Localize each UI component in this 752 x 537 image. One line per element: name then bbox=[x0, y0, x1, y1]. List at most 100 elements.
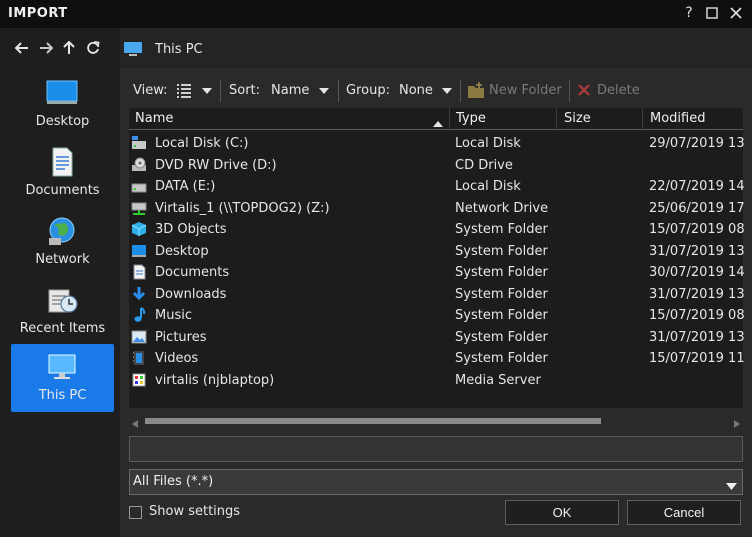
file-modified: 15/07/2019 08 bbox=[649, 222, 745, 237]
table-row[interactable]: Desktop System Folder 31/07/2019 13 bbox=[129, 241, 745, 262]
this-pc-icon bbox=[48, 354, 76, 379]
toolbar: View: Sort: Name Group: None New Folder … bbox=[129, 78, 743, 104]
window-title: IMPORT bbox=[8, 6, 68, 21]
monitor-icon bbox=[124, 42, 142, 56]
file-name: Virtalis_1 (\\TOPDOG2) (Z:) bbox=[155, 200, 330, 216]
dvd-drive-icon bbox=[132, 157, 146, 171]
column-header-type[interactable]: Type bbox=[456, 111, 486, 126]
file-name: Documents bbox=[155, 265, 230, 280]
table-row[interactable]: Documents System Folder 30/07/2019 14 bbox=[129, 262, 745, 283]
videos-icon bbox=[133, 351, 144, 365]
file-modified: 31/07/2019 13 bbox=[649, 243, 745, 259]
table-row[interactable]: 3D Objects System Folder 15/07/2019 08 bbox=[129, 219, 745, 240]
table-row[interactable]: Music System Folder 15/07/2019 08 bbox=[129, 305, 745, 326]
sidebar-item-label: Recent Items bbox=[19, 321, 106, 336]
arrow-right-icon[interactable] bbox=[36, 38, 56, 58]
sidebar-item-label: This PC bbox=[38, 388, 87, 403]
file-type: System Folder bbox=[455, 329, 548, 345]
scroll-right-icon[interactable] bbox=[734, 417, 740, 432]
network-globe-icon bbox=[49, 217, 75, 245]
sidebar-item-desktop[interactable]: Desktop bbox=[11, 70, 114, 138]
file-type: System Folder bbox=[455, 243, 548, 259]
sidebar-item-this-pc[interactable]: This PC bbox=[11, 344, 114, 412]
show-settings-label: Show settings bbox=[149, 504, 241, 519]
filename-input[interactable] bbox=[129, 436, 743, 462]
title-bar: IMPORT ? bbox=[0, 0, 752, 28]
maximize-icon[interactable] bbox=[703, 4, 721, 22]
view-label: View: bbox=[133, 83, 168, 98]
file-type: CD Drive bbox=[455, 157, 513, 173]
table-row[interactable]: virtalis (njblaptop) Media Server bbox=[129, 370, 743, 391]
file-modified: 30/07/2019 14 bbox=[649, 265, 745, 280]
documents-folder-icon bbox=[133, 264, 146, 280]
sidebar-item-label: Documents bbox=[25, 183, 100, 198]
delete-x-icon bbox=[577, 83, 591, 101]
group-dropdown-chevron-icon[interactable] bbox=[442, 88, 452, 94]
scroll-left-icon[interactable] bbox=[132, 417, 138, 432]
file-name: Downloads bbox=[155, 286, 227, 302]
arrow-left-icon[interactable] bbox=[12, 38, 32, 58]
file-type-filter-select[interactable]: All Files (*.*) bbox=[129, 469, 743, 495]
toolbar-divider bbox=[460, 80, 461, 102]
table-row[interactable]: Downloads System Folder 31/07/2019 13 bbox=[129, 284, 745, 305]
cancel-button[interactable]: Cancel bbox=[627, 500, 741, 525]
file-modified: 25/06/2019 17 bbox=[649, 200, 745, 216]
delete-button[interactable]: Delete bbox=[597, 83, 640, 98]
drive-icon bbox=[131, 183, 147, 193]
sidebar-item-label: Desktop bbox=[35, 114, 90, 129]
file-name: Pictures bbox=[155, 329, 207, 345]
column-header-name[interactable]: Name bbox=[135, 111, 173, 126]
help-button[interactable]: ? bbox=[680, 4, 698, 22]
sidebar-item-recent-items[interactable]: Recent Items bbox=[11, 277, 114, 345]
new-folder-icon bbox=[467, 82, 485, 103]
sidebar-item-label: Network bbox=[35, 252, 90, 267]
file-type: System Folder bbox=[455, 222, 548, 237]
table-row[interactable]: Local Disk (C:) Local Disk 29/07/2019 13 bbox=[129, 133, 745, 154]
scrollbar-thumb[interactable] bbox=[145, 418, 601, 424]
arrow-up-icon[interactable] bbox=[59, 38, 79, 58]
list-view-icon[interactable] bbox=[176, 83, 192, 103]
sidebar-item-network[interactable]: Network bbox=[11, 208, 114, 276]
file-modified: 15/07/2019 08 bbox=[649, 308, 745, 323]
sort-label: Sort: bbox=[229, 83, 261, 98]
table-row[interactable]: Videos System Folder 15/07/2019 11 bbox=[129, 348, 745, 369]
sort-select[interactable]: Name bbox=[271, 83, 309, 98]
group-select[interactable]: None bbox=[399, 83, 433, 98]
sort-dropdown-chevron-icon[interactable] bbox=[319, 88, 329, 94]
group-label: Group: bbox=[346, 83, 390, 98]
column-header-size[interactable]: Size bbox=[564, 111, 591, 126]
file-name: Videos bbox=[155, 351, 199, 366]
drive-c-icon bbox=[132, 136, 146, 149]
recent-items-icon bbox=[48, 289, 78, 313]
close-icon[interactable] bbox=[727, 4, 745, 22]
toolbar-divider bbox=[338, 80, 339, 102]
media-server-icon bbox=[132, 373, 146, 386]
new-folder-button[interactable]: New Folder bbox=[489, 83, 562, 98]
sidebar-item-documents[interactable]: Documents bbox=[11, 139, 114, 207]
sort-ascending-icon bbox=[433, 116, 443, 131]
table-row[interactable]: DATA (E:) Local Disk 22/07/2019 14 bbox=[129, 176, 745, 197]
filter-value: All Files (*.*) bbox=[133, 474, 214, 489]
column-divider[interactable] bbox=[556, 108, 557, 130]
table-row[interactable]: Virtalis_1 (\\TOPDOG2) (Z:) Network Drive… bbox=[129, 198, 745, 219]
column-header-modified[interactable]: Modified bbox=[650, 111, 705, 126]
music-icon bbox=[134, 307, 146, 322]
path-bar: This PC bbox=[120, 28, 752, 68]
file-name: Music bbox=[155, 308, 192, 323]
ok-button[interactable]: OK bbox=[505, 500, 619, 525]
table-row[interactable]: DVD RW Drive (D:) CD Drive bbox=[129, 155, 743, 176]
file-type: System Folder bbox=[455, 351, 548, 366]
horizontal-scrollbar[interactable] bbox=[129, 413, 743, 429]
file-name: virtalis (njblaptop) bbox=[155, 372, 275, 388]
toolbar-divider bbox=[220, 80, 221, 102]
view-dropdown-chevron-icon[interactable] bbox=[202, 88, 212, 94]
file-name: DVD RW Drive (D:) bbox=[155, 157, 277, 173]
file-type: Local Disk bbox=[455, 136, 521, 151]
column-divider[interactable] bbox=[642, 108, 643, 130]
list-header: Name Type Size Modified bbox=[129, 108, 743, 130]
refresh-icon[interactable] bbox=[83, 38, 103, 58]
column-divider[interactable] bbox=[449, 108, 450, 130]
show-settings-checkbox[interactable] bbox=[129, 506, 142, 519]
chevron-down-icon[interactable] bbox=[726, 479, 737, 494]
table-row[interactable]: Pictures System Folder 31/07/2019 13 bbox=[129, 327, 745, 348]
